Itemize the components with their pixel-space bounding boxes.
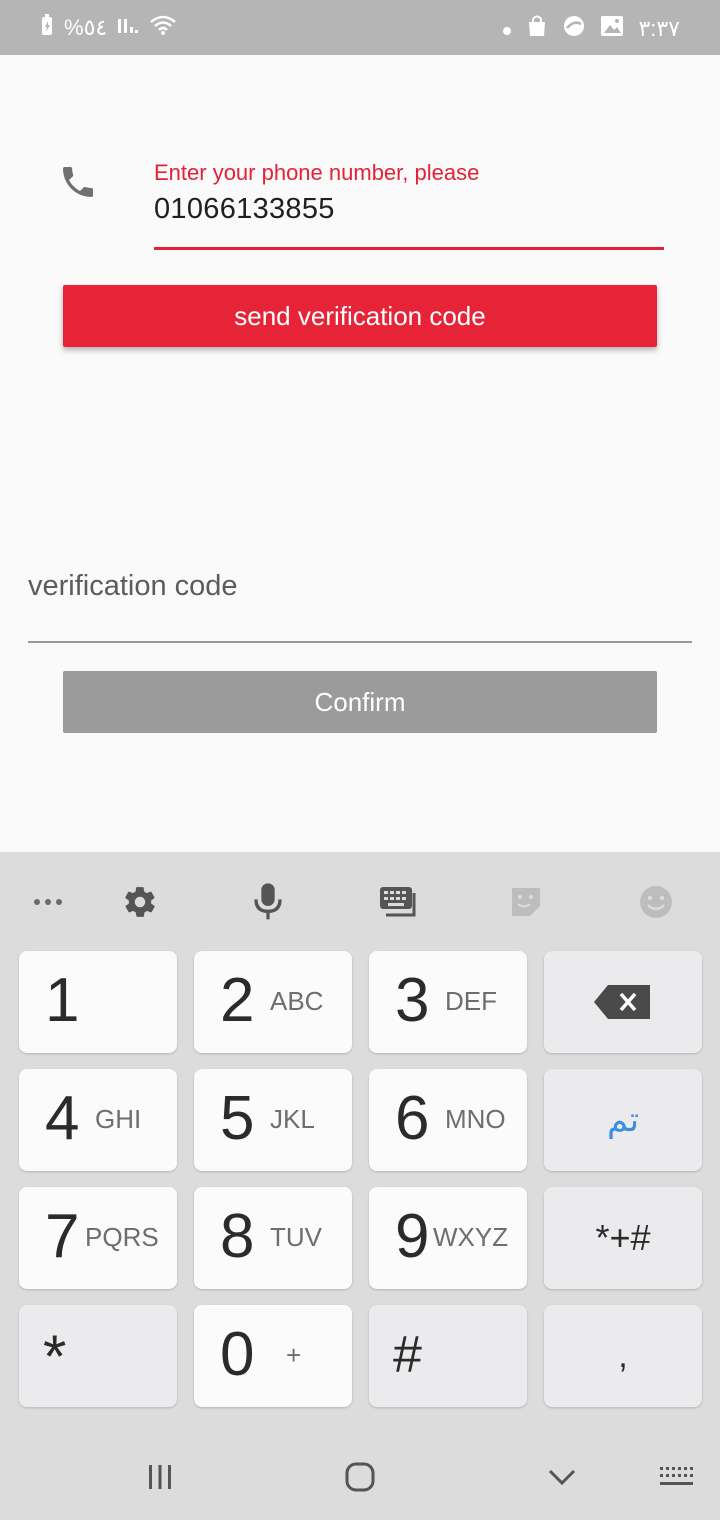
sticker-icon[interactable] (504, 880, 548, 924)
app-notification-icon (562, 14, 586, 44)
backspace-icon (544, 951, 702, 1053)
battery-charging-icon (40, 14, 54, 42)
key-7[interactable]: 7 PQRS (19, 1187, 177, 1289)
emoji-icon[interactable] (634, 880, 678, 924)
key-digit: 3 (395, 966, 430, 1035)
hash-label: # (393, 1326, 422, 1384)
backspace-key[interactable] (544, 951, 702, 1053)
key-4[interactable]: 4 GHI (19, 1069, 177, 1171)
key-letters: TUV (270, 1222, 322, 1252)
status-left: %٥٤ (40, 14, 177, 42)
signal-icon (117, 15, 139, 41)
shopping-bag-icon (526, 14, 548, 44)
key-6[interactable]: 6 MNO (369, 1069, 527, 1171)
star-key[interactable]: * (19, 1305, 177, 1407)
keyboard-switch-icon[interactable] (376, 880, 420, 924)
key-digit: 1 (45, 966, 80, 1035)
key-digit: 4 (45, 1084, 80, 1153)
key-letters: GHI (95, 1104, 142, 1134)
key-0[interactable]: 0 + (194, 1305, 352, 1407)
done-label: تم (606, 1101, 640, 1139)
keyboard-icon[interactable] (656, 1460, 696, 1494)
key-digit: 6 (395, 1084, 430, 1153)
comma-key[interactable]: , (544, 1305, 702, 1407)
star-label: * (43, 1323, 67, 1390)
phone-input[interactable]: 01066133855 (154, 193, 335, 226)
key-9[interactable]: 9 WXYZ (369, 1187, 527, 1289)
navigation-bar (0, 1430, 720, 1520)
app-screen: %٥٤ ٣:٣٧ Enter your phone number, please… (0, 0, 720, 1520)
key-1[interactable]: 1 (19, 951, 177, 1053)
wifi-icon (149, 14, 177, 42)
key-digit: 9 (395, 1202, 430, 1271)
key-letters: PQRS (85, 1222, 159, 1252)
send-verification-code-button[interactable]: send verification code (63, 285, 657, 347)
key-digit: 8 (220, 1202, 255, 1271)
keyboard-toolbar (0, 852, 720, 948)
notification-dot-icon (502, 16, 512, 42)
settings-icon[interactable] (118, 880, 162, 924)
verification-code-placeholder: verification code (28, 570, 238, 602)
key-letters: JKL (270, 1104, 315, 1134)
recent-apps-icon[interactable] (140, 1460, 180, 1494)
key-letters: MNO (445, 1104, 506, 1134)
phone-input-underline (154, 247, 664, 250)
phone-icon (58, 162, 98, 202)
clock: ٣:٣٧ (638, 16, 680, 41)
key-5[interactable]: 5 JKL (194, 1069, 352, 1171)
done-key[interactable]: تم (544, 1069, 702, 1171)
key-digit: 2 (220, 966, 255, 1035)
numeric-keyboard: 1 2 ABC 3 DEF 4 GHI 5 JKL 6 MNO تم 7 PQR… (0, 852, 720, 1430)
key-digit: 0 (220, 1320, 255, 1389)
key-2[interactable]: 2 ABC (194, 951, 352, 1053)
status-right: ٣:٣٧ (502, 14, 680, 44)
key-letters: WXYZ (433, 1222, 509, 1252)
key-letters: + (286, 1340, 302, 1370)
hash-key[interactable]: # (369, 1305, 527, 1407)
battery-percentage: %٥٤ (64, 15, 108, 40)
symbols-key[interactable]: *+# (544, 1187, 702, 1289)
image-icon (600, 15, 624, 43)
symbols-label: *+# (595, 1217, 651, 1258)
status-bar: %٥٤ ٣:٣٧ (0, 0, 720, 55)
microphone-icon[interactable] (246, 880, 290, 924)
comma-label: , (618, 1336, 628, 1375)
key-letters: DEF (445, 986, 497, 1016)
key-3[interactable]: 3 DEF (369, 951, 527, 1053)
verification-code-field[interactable]: verification code (28, 560, 692, 644)
confirm-button[interactable]: Confirm (63, 671, 657, 733)
hide-keyboard-icon[interactable] (542, 1460, 582, 1494)
phone-field-label: Enter your phone number, please (154, 160, 480, 185)
key-8[interactable]: 8 TUV (194, 1187, 352, 1289)
key-digit: 7 (45, 1202, 80, 1271)
home-icon[interactable] (340, 1460, 380, 1494)
key-letters: ABC (270, 986, 324, 1016)
more-icon[interactable] (26, 880, 70, 924)
verification-input-underline (28, 641, 692, 643)
key-digit: 5 (220, 1084, 255, 1153)
